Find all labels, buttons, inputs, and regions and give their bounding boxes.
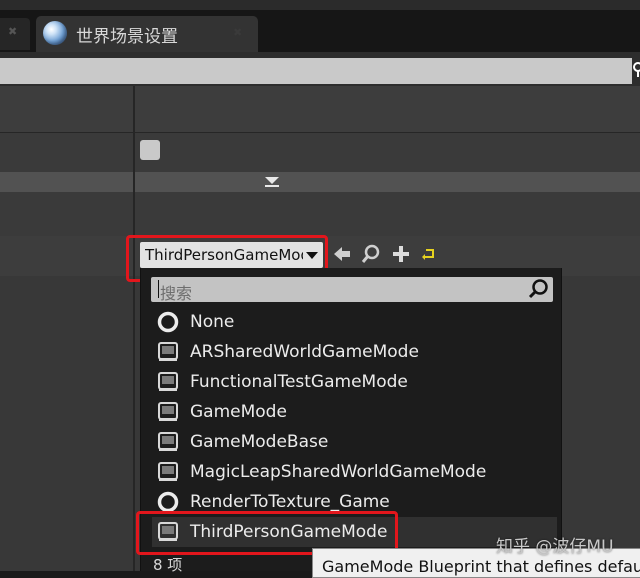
none-circle-icon bbox=[156, 311, 180, 333]
details-search-input[interactable] bbox=[0, 58, 632, 84]
dropdown-item[interactable]: MagicLeapSharedWorldGameMode bbox=[152, 457, 557, 487]
search-icon bbox=[527, 278, 549, 300]
dropdown-item[interactable]: ARSharedWorldGameMode bbox=[152, 337, 557, 367]
property-row bbox=[0, 133, 640, 172]
blueprint-class-icon bbox=[156, 341, 180, 363]
dropdown-item[interactable]: None bbox=[152, 307, 557, 337]
category-row bbox=[0, 192, 640, 236]
dropdown-item-label: GameModeBase bbox=[190, 432, 329, 452]
advanced-section-header[interactable] bbox=[0, 172, 640, 192]
property-row bbox=[0, 86, 640, 132]
close-icon[interactable]: ✖ bbox=[233, 26, 242, 39]
dropdown-search-placeholder: 搜索 bbox=[160, 284, 193, 303]
tooltip-text: GameMode Blueprint that defines default bbox=[322, 557, 640, 576]
expand-bar-icon bbox=[265, 185, 279, 187]
expand-arrow-icon[interactable] bbox=[265, 177, 279, 184]
dropdown-search-input[interactable] bbox=[151, 277, 553, 302]
reset-to-default-icon[interactable] bbox=[420, 244, 440, 264]
dropdown-item-label: MagicLeapSharedWorldGameMode bbox=[190, 462, 487, 482]
dropdown-item-label: None bbox=[190, 312, 235, 332]
blueprint-class-icon bbox=[156, 461, 180, 483]
dropdown-item-label: RenderToTexture_Game bbox=[190, 492, 390, 512]
text-caret bbox=[158, 280, 159, 298]
blueprint-class-icon bbox=[156, 401, 180, 423]
add-plus-icon[interactable] bbox=[391, 244, 411, 264]
dropdown-item-label: GameMode bbox=[190, 402, 287, 422]
dropdown-item-label: FunctionalTestGameMode bbox=[190, 372, 408, 392]
globe-icon bbox=[43, 21, 67, 45]
dropdown-item[interactable]: GameModeBase bbox=[152, 427, 557, 457]
blueprint-class-icon bbox=[156, 371, 180, 393]
tab-bar-top-strip bbox=[0, 0, 640, 10]
dropdown-item[interactable]: FunctionalTestGameMode bbox=[152, 367, 557, 397]
dropdown-item-label: ARSharedWorldGameMode bbox=[190, 342, 419, 362]
watermark: 知乎 @波仔MU bbox=[496, 537, 614, 557]
search-icon[interactable] bbox=[632, 62, 640, 82]
tab-title: 世界场景设置 bbox=[76, 27, 178, 47]
use-selected-arrow-icon[interactable] bbox=[332, 244, 352, 264]
dropdown-item[interactable]: GameMode bbox=[152, 397, 557, 427]
item-count: 8 项 bbox=[153, 556, 183, 574]
column-splitter[interactable] bbox=[133, 86, 135, 571]
close-icon[interactable]: ✖ bbox=[8, 25, 17, 38]
property-checkbox[interactable] bbox=[140, 140, 160, 160]
blueprint-class-icon bbox=[156, 431, 180, 453]
none-circle-icon bbox=[156, 491, 180, 513]
browse-magnifier-icon[interactable] bbox=[361, 244, 381, 264]
